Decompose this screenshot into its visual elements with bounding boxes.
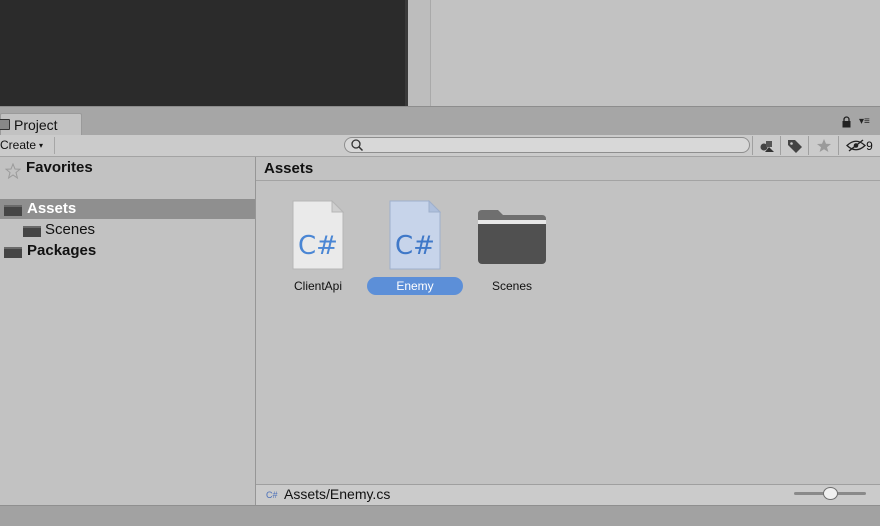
tree-item-label: Packages <box>27 242 97 259</box>
star-icon <box>816 139 831 152</box>
csharp-small-icon: C# <box>266 490 278 500</box>
csharp-glyph: C# <box>298 231 338 261</box>
filter-by-label-button[interactable] <box>780 136 808 155</box>
tree-item-scenes[interactable]: Scenes <box>0 220 255 240</box>
selected-asset-path: Assets/Enemy.cs <box>284 486 391 502</box>
scene-view[interactable] <box>0 0 405 106</box>
csharp-script-icon: C# <box>389 200 441 270</box>
tree-item-favorites[interactable]: Favorites <box>0 158 255 178</box>
hidden-packages-button[interactable]: 9 <box>838 136 880 155</box>
hidden-packages-count: 9 <box>866 138 873 153</box>
asset-name: Scenes <box>491 279 533 293</box>
save-favorite-button[interactable] <box>808 136 838 155</box>
panel-gutter <box>408 0 431 106</box>
create-label: Create <box>0 138 37 152</box>
tab-project[interactable]: Project <box>0 113 82 136</box>
eye-slash-icon <box>846 139 867 152</box>
tab-bar <box>0 106 880 135</box>
inspector-panel <box>431 0 880 106</box>
asset-name: ClientApi <box>293 279 343 293</box>
folder-icon <box>4 247 22 258</box>
lock-icon[interactable] <box>842 115 851 128</box>
folder-icon <box>4 205 22 216</box>
asset-item-scenes[interactable]: Scenes <box>462 196 562 300</box>
tree-item-label: Scenes <box>45 221 96 238</box>
tree-item-label: Assets <box>27 200 77 217</box>
asset-item-enemy[interactable]: C# Enemy <box>365 196 465 300</box>
tree-item-assets[interactable]: Assets <box>0 199 255 219</box>
asset-item-clientapi[interactable]: C# ClientApi <box>268 196 368 300</box>
folder-icon <box>23 226 41 237</box>
content-header <box>256 157 880 181</box>
csharp-glyph: C# <box>395 231 435 261</box>
tree-item-label: Favorites <box>26 159 93 176</box>
search-icon <box>350 138 364 152</box>
bottom-strip <box>0 505 880 526</box>
csharp-script-icon: C# <box>292 200 344 270</box>
tree-item-packages[interactable]: Packages <box>0 241 255 261</box>
asset-name: Enemy <box>367 277 463 295</box>
tag-icon <box>787 139 802 153</box>
create-button[interactable]: Create ▾ <box>0 137 55 154</box>
dropdown-arrow-icon: ▾ <box>39 141 44 150</box>
panel-menu-icon[interactable]: ▾≡ <box>859 117 880 127</box>
search-input[interactable] <box>344 137 750 153</box>
project-tab-icon <box>0 119 10 130</box>
filter-by-type-button[interactable] <box>752 136 780 155</box>
zoom-slider-thumb[interactable] <box>823 487 838 500</box>
breadcrumb[interactable]: Assets <box>264 159 313 179</box>
tab-label: Project <box>14 117 58 133</box>
shapes-icon <box>760 140 774 152</box>
folder-icon <box>478 210 546 264</box>
